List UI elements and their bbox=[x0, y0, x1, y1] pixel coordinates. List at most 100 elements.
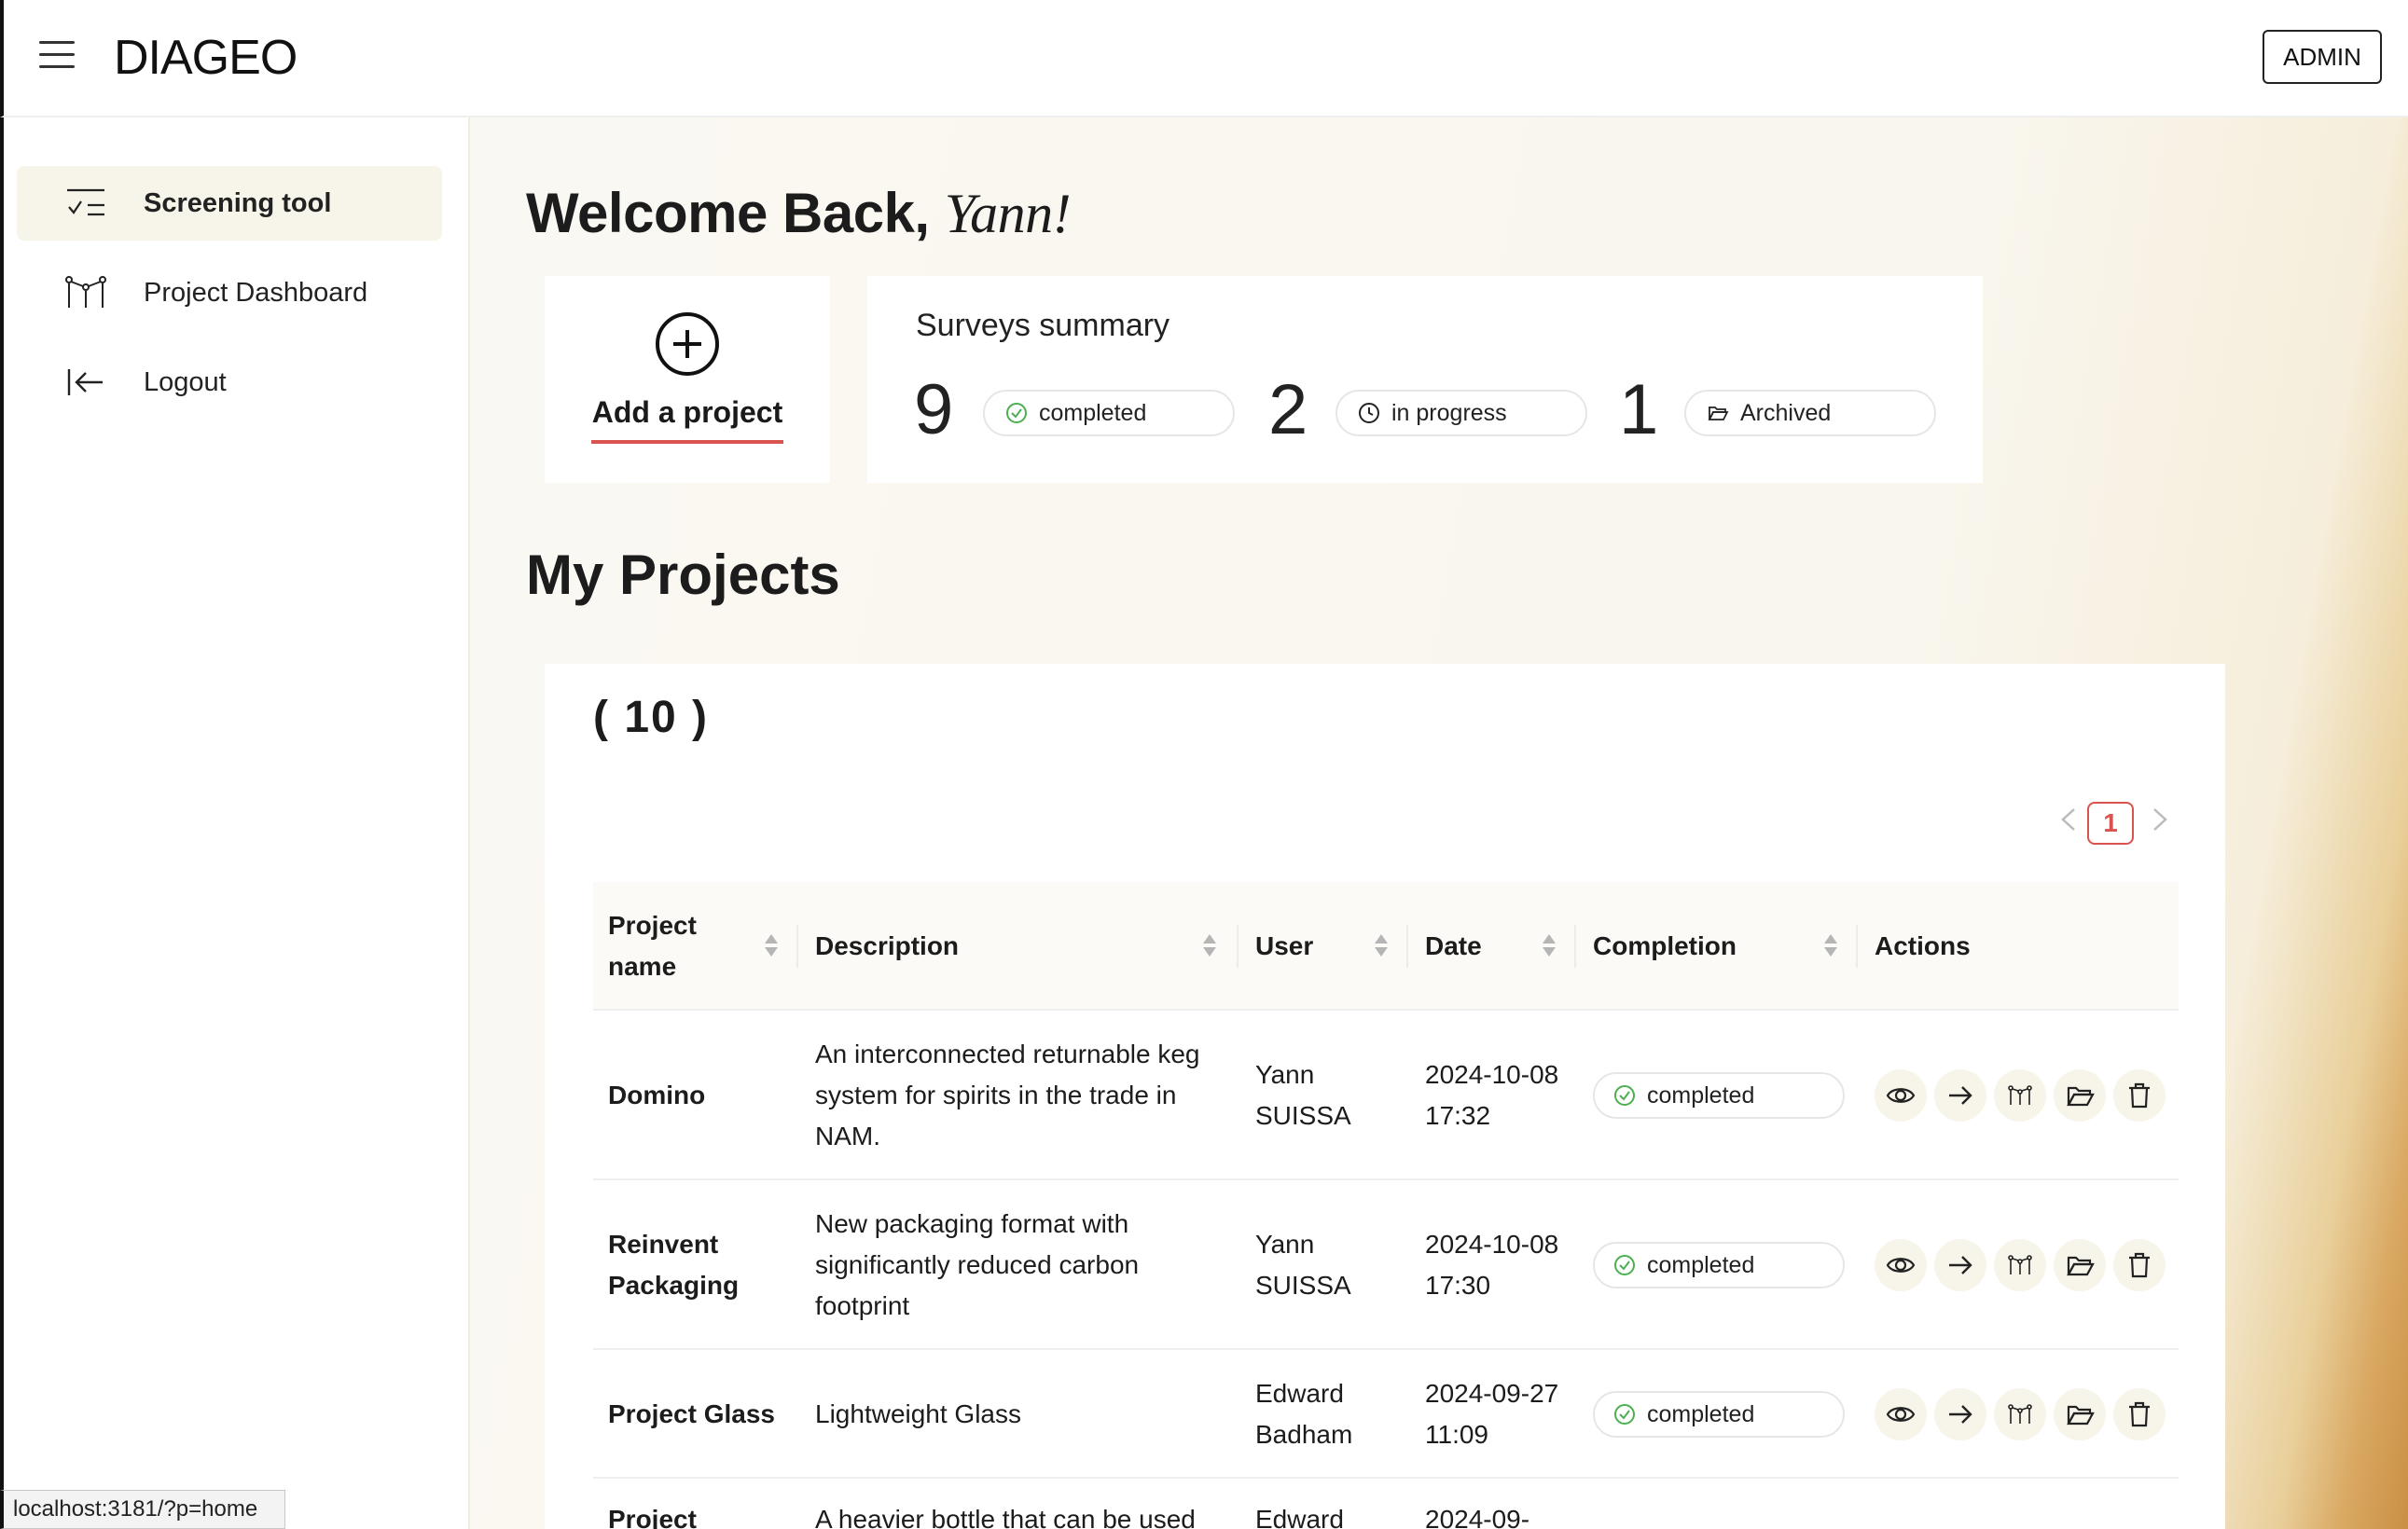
cell-date: 2024-10-08 17:30 bbox=[1425, 1230, 1559, 1300]
summary-pill-in-progress: in progress bbox=[1335, 390, 1587, 436]
browser-status-url: localhost:3181/?p=home bbox=[0, 1490, 285, 1529]
trash-icon bbox=[2129, 1401, 2150, 1427]
checklist-icon bbox=[67, 188, 104, 216]
arrow-right-icon bbox=[1949, 1086, 1972, 1105]
trash-icon bbox=[2129, 1082, 2150, 1109]
sidebar: Screening tool Project Dashboard Logout bbox=[0, 117, 470, 1529]
welcome-prefix: Welcome Back, bbox=[526, 182, 930, 244]
projects-table-card: ( 10 ) 1 Project name Description User D… bbox=[545, 664, 2225, 1529]
arrow-right-icon bbox=[1949, 1405, 1972, 1424]
eye-icon bbox=[1886, 1407, 1916, 1422]
column-divider bbox=[1574, 925, 1576, 968]
cell-project-name[interactable]: Project bbox=[608, 1499, 795, 1529]
sort-icon[interactable] bbox=[1541, 929, 1557, 962]
summary-pill-label: completed bbox=[1039, 399, 1147, 426]
eye-icon bbox=[1886, 1088, 1916, 1103]
archive-button[interactable] bbox=[2054, 1388, 2106, 1440]
table-row[interactable]: Project A heavier bottle that can be use… bbox=[593, 1479, 2179, 1529]
sidebar-item-label: Logout bbox=[144, 366, 227, 397]
cell-project-name[interactable]: Project Glass bbox=[608, 1394, 813, 1435]
folder-open-icon bbox=[2067, 1256, 2095, 1276]
sidebar-item-label: Project Dashboard bbox=[144, 277, 368, 308]
cell-project-name[interactable]: Domino bbox=[608, 1075, 795, 1116]
cell-user: Yann SUISSA bbox=[1255, 1230, 1351, 1300]
sidebar-item-project-dashboard[interactable]: Project Dashboard bbox=[17, 255, 442, 330]
completion-status-label: completed bbox=[1647, 1081, 1755, 1109]
summary-pill-label: in progress bbox=[1391, 399, 1507, 426]
view-button[interactable] bbox=[1875, 1069, 1927, 1122]
chevron-right-icon[interactable] bbox=[2149, 806, 2171, 833]
sort-icon[interactable] bbox=[1822, 929, 1839, 962]
folder-open-icon bbox=[2067, 1086, 2095, 1107]
column-header-actions: Actions bbox=[1875, 931, 1971, 960]
column-header-date[interactable]: Date bbox=[1425, 882, 1537, 1011]
column-divider bbox=[796, 925, 798, 968]
main-content: Welcome Back, Yann! Add a project Survey… bbox=[470, 117, 2408, 1529]
delete-button[interactable] bbox=[2113, 1239, 2166, 1291]
hamburger-menu-icon[interactable] bbox=[39, 41, 75, 69]
completion-status-badge: completed bbox=[1593, 1072, 1845, 1119]
cell-description: Lightweight Glass bbox=[815, 1399, 1022, 1428]
column-divider bbox=[1856, 925, 1858, 968]
open-button[interactable] bbox=[1934, 1069, 1986, 1122]
dashboard-button[interactable] bbox=[1994, 1239, 2046, 1291]
cell-user: Yann SUISSA bbox=[1255, 1060, 1351, 1130]
brand-logo[interactable]: DIAGEO bbox=[114, 30, 298, 86]
delete-button[interactable] bbox=[2113, 1069, 2166, 1122]
check-circle-icon bbox=[1614, 1404, 1635, 1425]
welcome-user-name: Yann! bbox=[944, 183, 1072, 244]
page-title: Welcome Back, Yann! bbox=[526, 181, 1072, 246]
sort-icon[interactable] bbox=[1373, 929, 1390, 962]
archive-button[interactable] bbox=[2054, 1239, 2106, 1291]
cell-description: An interconnected returnable keg system … bbox=[815, 1040, 1200, 1150]
admin-button[interactable]: ADMIN bbox=[2263, 30, 2382, 84]
delete-button[interactable] bbox=[2113, 1388, 2166, 1440]
column-header-description[interactable]: Description bbox=[815, 882, 1188, 1011]
column-divider bbox=[1237, 925, 1239, 968]
view-button[interactable] bbox=[1875, 1388, 1927, 1440]
summary-pill-archived: Archived bbox=[1684, 390, 1936, 436]
column-header-user[interactable]: User bbox=[1255, 882, 1367, 1011]
cell-project-name[interactable]: Reinvent Packaging bbox=[608, 1224, 795, 1306]
table-row[interactable]: Reinvent Packaging New packaging format … bbox=[593, 1180, 2179, 1350]
logout-arrow-icon bbox=[67, 369, 103, 395]
column-header-completion[interactable]: Completion bbox=[1593, 882, 1798, 1011]
completion-status-badge: completed bbox=[1593, 1391, 1845, 1438]
completion-status-label: completed bbox=[1647, 1251, 1755, 1278]
branch-network-icon bbox=[2008, 1404, 2032, 1424]
completion-status-label: completed bbox=[1647, 1400, 1755, 1427]
branch-network-icon bbox=[65, 276, 106, 308]
summary-pill-completed: completed bbox=[983, 390, 1235, 436]
table-row[interactable]: Project Glass Lightweight Glass Edward B… bbox=[593, 1350, 2179, 1479]
sidebar-item-logout[interactable]: Logout bbox=[17, 345, 442, 420]
table-row[interactable]: Domino An interconnected returnable keg … bbox=[593, 1011, 2179, 1180]
summary-count-completed: 9 bbox=[914, 370, 954, 449]
sort-icon[interactable] bbox=[1201, 929, 1218, 962]
add-project-underline bbox=[591, 440, 783, 444]
view-button[interactable] bbox=[1875, 1239, 1927, 1291]
surveys-summary-card: Surveys summary 9 completed 2 in progres… bbox=[867, 276, 1983, 483]
projects-section-title: My Projects bbox=[526, 544, 840, 606]
check-circle-icon bbox=[1614, 1085, 1635, 1106]
branch-network-icon bbox=[2008, 1085, 2032, 1105]
sidebar-item-screening-tool[interactable]: Screening tool bbox=[17, 166, 442, 241]
summary-count-archived: 1 bbox=[1619, 370, 1659, 449]
table-header: Project name Description User Date Compl… bbox=[593, 882, 2179, 1011]
top-header: DIAGEO ADMIN bbox=[0, 0, 2408, 117]
chevron-left-icon[interactable] bbox=[2057, 806, 2080, 833]
column-header-project-name[interactable]: Project name bbox=[608, 882, 757, 1011]
pagination-current-page[interactable]: 1 bbox=[2087, 802, 2134, 845]
cell-user: Edward Badham bbox=[1255, 1379, 1353, 1449]
completion-status-badge: completed bbox=[1593, 1242, 1845, 1288]
cell-date: 2024-10-08 17:32 bbox=[1425, 1060, 1559, 1130]
open-button[interactable] bbox=[1934, 1239, 1986, 1291]
sort-icon[interactable] bbox=[763, 929, 780, 962]
dashboard-button[interactable] bbox=[1994, 1388, 2046, 1440]
trash-icon bbox=[2129, 1252, 2150, 1278]
summary-pill-label: Archived bbox=[1740, 399, 1832, 426]
column-divider bbox=[1406, 925, 1408, 968]
dashboard-button[interactable] bbox=[1994, 1069, 2046, 1122]
add-project-card[interactable]: Add a project bbox=[545, 276, 830, 483]
open-button[interactable] bbox=[1934, 1388, 1986, 1440]
archive-button[interactable] bbox=[2054, 1069, 2106, 1122]
